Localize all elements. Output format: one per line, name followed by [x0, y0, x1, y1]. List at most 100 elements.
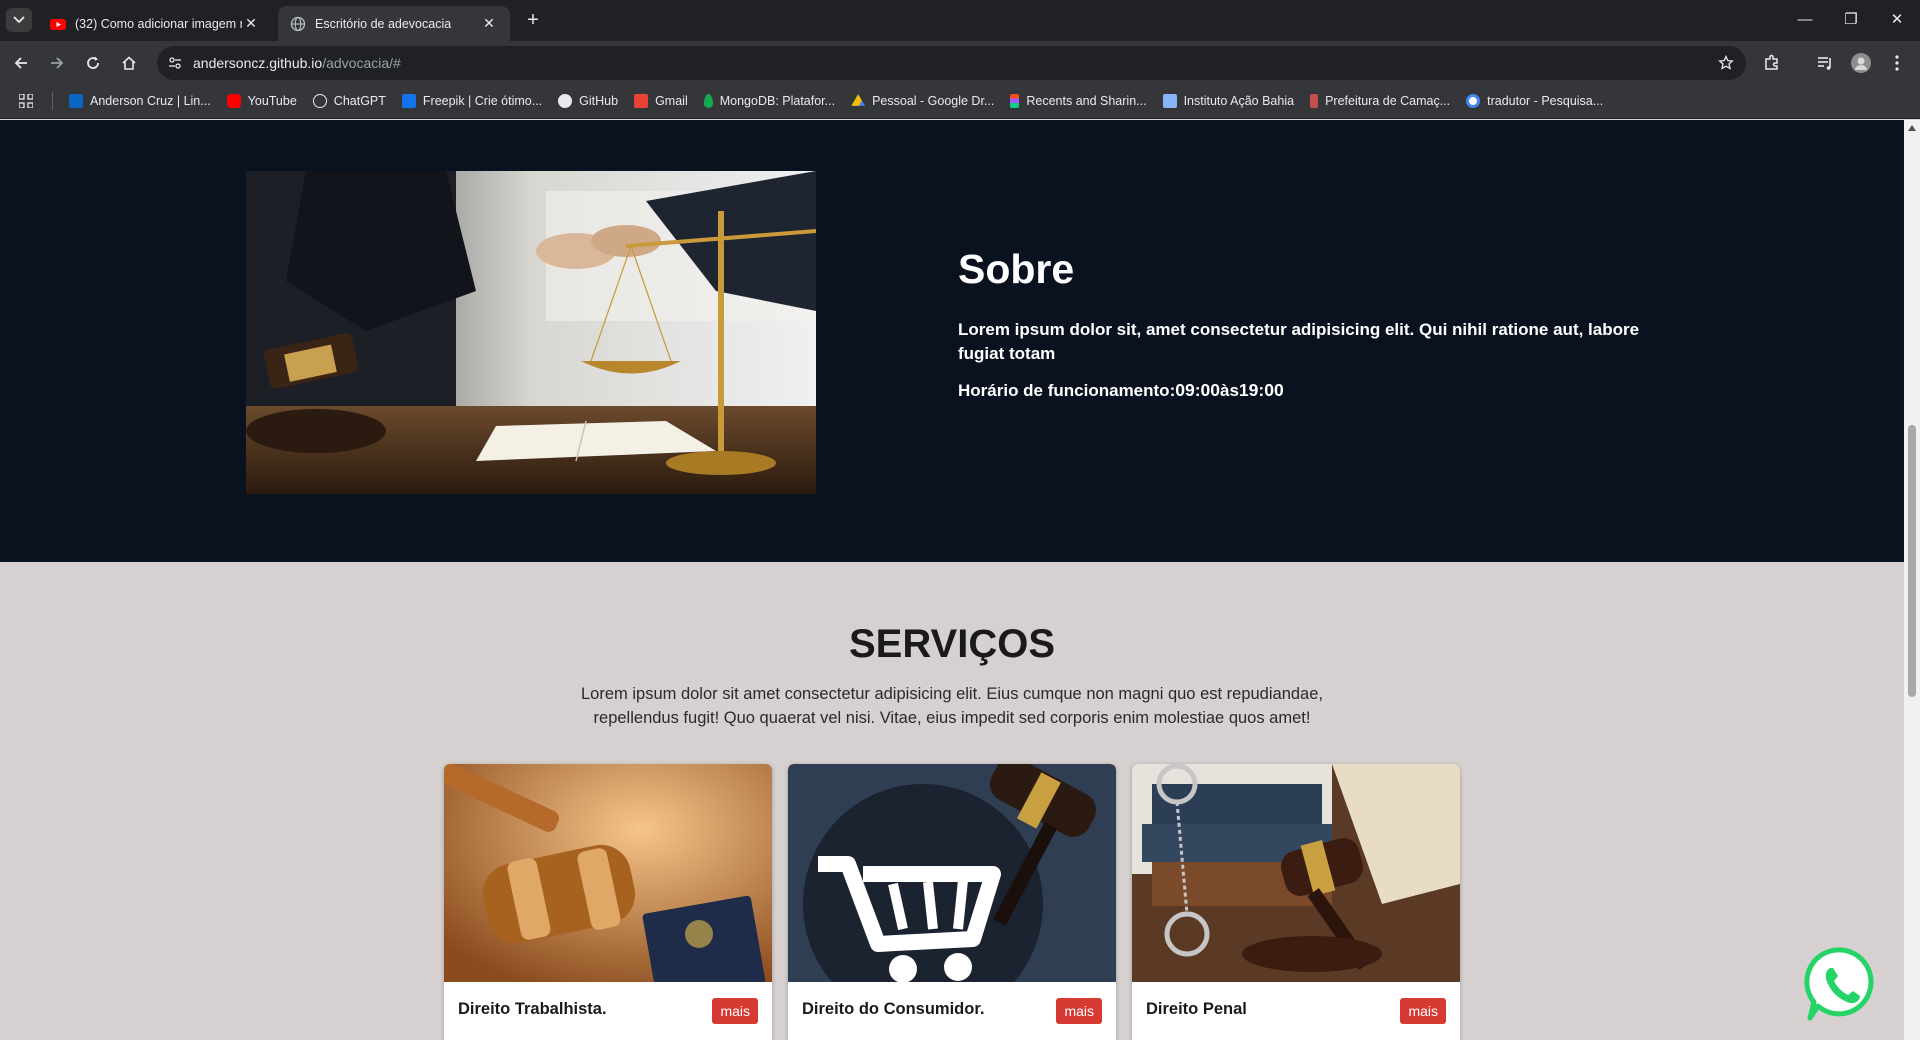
bookmark-label: ChatGPT [333, 94, 386, 108]
scales-of-justice-photo [246, 171, 816, 494]
figma-icon [1010, 94, 1020, 108]
apps-button[interactable] [6, 89, 46, 113]
browser-menu-button[interactable] [1882, 48, 1912, 78]
forward-button[interactable] [42, 48, 72, 78]
more-button[interactable]: mais [1056, 998, 1102, 1024]
about-image-law-scales [246, 171, 816, 494]
bookmark-label: Pessoal - Google Dr... [872, 94, 995, 108]
profile-avatar[interactable] [1846, 48, 1876, 78]
service-card-title: Direito do Consumidor. [802, 1000, 985, 1018]
bookmark-label: Instituto Ação Bahia [1183, 94, 1295, 108]
mongodb-icon [703, 94, 713, 108]
scroll-up-arrow-icon[interactable] [1907, 124, 1917, 132]
bookmark-prefeitura[interactable]: Prefeitura de Camaç... [1302, 88, 1458, 114]
page-viewport: Sobre Lorem ipsum dolor sit, amet consec… [0, 120, 1920, 1040]
service-card-title: Direito Trabalhista. [458, 1000, 607, 1018]
tab-title: Escritório de adevocacia [315, 16, 452, 31]
extensions-button[interactable] [1757, 48, 1787, 78]
site-settings-icon[interactable] [168, 56, 182, 70]
page-scrollbar[interactable] [1904, 120, 1920, 1040]
prefeitura-icon [1310, 94, 1319, 108]
bookmarks-bar: Anderson Cruz | Lin... YouTube ChatGPT F… [0, 84, 1920, 119]
home-icon [122, 56, 136, 70]
browser-tab-strip: (32) Como adicionar imagem no ✕ Escritór… [0, 0, 1920, 41]
url-text[interactable]: andersoncz.github.io/advocacia/# [193, 55, 401, 71]
puzzle-icon [1765, 54, 1778, 70]
google-drive-icon [851, 94, 866, 106]
bookmark-label: YouTube [247, 94, 297, 108]
books-handcuffs-card-image [1132, 764, 1460, 982]
url-host: andersoncz.github.io [193, 55, 323, 71]
new-tab-button[interactable]: + [520, 8, 546, 32]
bookmark-label: Anderson Cruz | Lin... [90, 94, 211, 108]
tab-search-button[interactable] [6, 8, 32, 32]
bookmark-figma[interactable]: Recents and Sharin... [1002, 88, 1154, 114]
arrow-right-icon [51, 57, 64, 69]
services-description: Lorem ipsum dolor sit amet consectetur a… [581, 685, 1323, 727]
bookmark-gmail[interactable]: Gmail [626, 88, 696, 114]
globe-icon [290, 16, 306, 31]
bookmarks-separator [52, 92, 53, 110]
address-bar[interactable]: andersoncz.github.io/advocacia/# [157, 46, 1746, 80]
bookmark-linkedin[interactable]: Anderson Cruz | Lin... [61, 88, 219, 114]
about-text-block: Sobre Lorem ipsum dolor sit, amet consec… [958, 246, 1658, 401]
github-icon [558, 94, 573, 108]
url-path: /advocacia/# [322, 55, 401, 71]
hours-open: 09:00 [1175, 380, 1220, 400]
apps-grid-icon [19, 94, 33, 108]
arrow-left-icon [14, 57, 27, 69]
services-section: SERVIÇOS Lorem ipsum dolor sit amet cons… [0, 562, 1904, 1040]
bookmark-google-drive[interactable]: Pessoal - Google Dr... [843, 88, 1002, 114]
service-card-trabalhista: Direito Trabalhista. mais [444, 764, 772, 1040]
minimize-button[interactable]: — [1782, 6, 1828, 34]
hours-label: Horário de funcionamento: [958, 381, 1176, 400]
shopping-cart-gavel-card-image [788, 764, 1116, 982]
more-button[interactable]: mais [1400, 998, 1446, 1024]
service-card-consumidor: Direito do Consumidor. mais [788, 764, 1116, 1040]
scrollbar-thumb[interactable] [1908, 425, 1916, 697]
close-tab-icon[interactable]: ✕ [242, 15, 260, 32]
tab-title: (32) Como adicionar imagem no [75, 16, 242, 31]
tab-escritorio[interactable]: Escritório de adevocacia ✕ [278, 6, 510, 41]
hours-separator: às [1220, 381, 1239, 400]
bookmark-youtube[interactable]: YouTube [219, 88, 305, 114]
hours-close: 19:00 [1238, 380, 1284, 400]
bookmark-chatgpt[interactable]: ChatGPT [305, 88, 394, 114]
linkedin-icon [69, 94, 83, 108]
about-description: Lorem ipsum dolor sit, amet consectetur … [958, 320, 1640, 363]
service-card-penal: Direito Penal mais [1132, 764, 1460, 1040]
more-button[interactable]: mais [712, 998, 758, 1024]
whatsapp-icon[interactable] [1804, 946, 1880, 1022]
reload-button[interactable] [78, 48, 108, 78]
browser-toolbar: andersoncz.github.io/advocacia/# [0, 41, 1920, 84]
bookmark-instituto[interactable]: Instituto Ação Bahia [1155, 88, 1303, 114]
bookmark-tradutor[interactable]: tradutor - Pesquisa... [1458, 88, 1611, 114]
reload-icon [87, 56, 99, 69]
bookmark-label: GitHub [579, 94, 619, 108]
gmail-icon [634, 94, 649, 108]
kebab-menu-icon [1895, 55, 1899, 71]
youtube-icon [50, 18, 66, 30]
bookmark-label: MongoDB: Platafor... [719, 94, 836, 108]
bookmark-freepik[interactable]: Freepik | Crie ótimo... [394, 88, 550, 114]
media-controls-button[interactable] [1810, 48, 1840, 78]
back-button[interactable] [6, 48, 36, 78]
about-title: Sobre [958, 246, 1075, 292]
bookmark-label: Gmail [655, 94, 688, 108]
close-window-button[interactable]: ✕ [1874, 6, 1920, 34]
bookmark-label: Freepik | Crie ótimo... [422, 94, 543, 108]
google-icon [1466, 94, 1481, 108]
chevron-down-icon [13, 16, 25, 24]
business-hours: Horário de funcionamento:09:00às19:00 [958, 380, 1658, 401]
restore-button[interactable]: ❐ [1828, 6, 1874, 34]
bookmark-star-icon[interactable] [1718, 55, 1734, 71]
freepik-icon [401, 94, 416, 108]
bookmark-github[interactable]: GitHub [550, 88, 626, 114]
tab-youtube[interactable]: (32) Como adicionar imagem no ✕ [38, 6, 272, 41]
youtube-icon [226, 94, 241, 108]
about-section: Sobre Lorem ipsum dolor sit, amet consec… [0, 120, 1904, 562]
close-tab-icon[interactable]: ✕ [480, 15, 498, 32]
bookmark-mongodb[interactable]: MongoDB: Platafor... [696, 88, 843, 114]
playlist-icon [1818, 57, 1831, 70]
home-button[interactable] [114, 48, 144, 78]
